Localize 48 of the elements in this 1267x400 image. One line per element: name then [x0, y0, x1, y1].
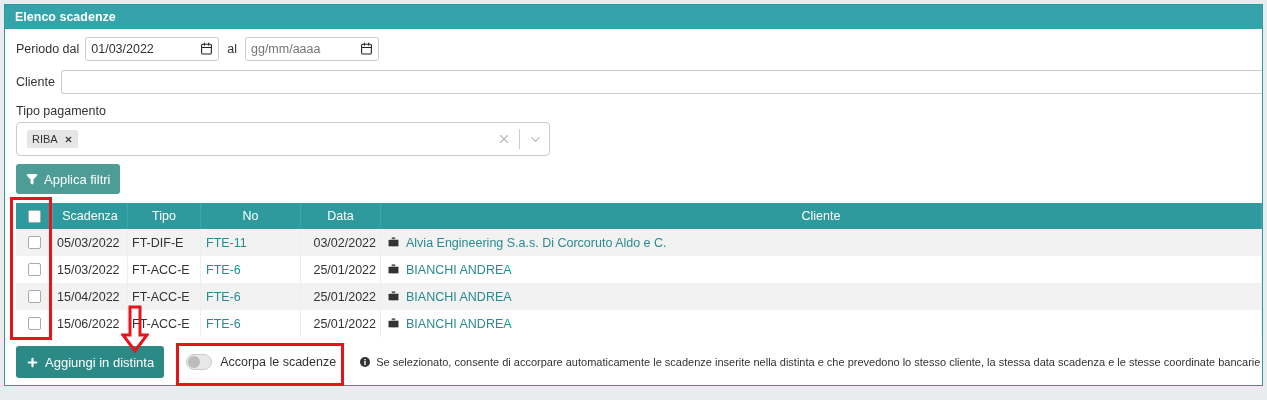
briefcase-icon	[387, 263, 400, 276]
plus-icon	[26, 355, 39, 369]
row-checkbox[interactable]	[27, 290, 41, 303]
to-label: al	[227, 42, 237, 56]
clear-icon[interactable]	[497, 132, 511, 146]
merge-toggle[interactable]	[186, 354, 213, 370]
column-header: No	[201, 203, 301, 229]
table-cell: 15/04/2022	[53, 283, 128, 310]
panel-title: Elenco scadenze	[15, 10, 116, 24]
date-to-field[interactable]: gg/mm/aaaa	[245, 37, 379, 61]
select-all-checkbox[interactable]	[27, 209, 41, 223]
calendar-icon[interactable]	[200, 42, 214, 55]
client-field[interactable]	[60, 70, 1262, 94]
table-cell: 03/02/2022	[301, 229, 381, 256]
row-checkbox[interactable]	[27, 317, 41, 330]
table-cell: 05/03/2022	[53, 229, 128, 256]
info-icon	[360, 357, 371, 367]
payment-type-label: Tipo pagamento	[16, 104, 107, 118]
client-link[interactable]: BIANCHI ANDREA	[406, 289, 512, 304]
remove-icon[interactable]	[63, 134, 73, 144]
row-checkbox[interactable]	[27, 263, 41, 276]
filter-icon	[26, 173, 38, 185]
client-link[interactable]: BIANCHI ANDREA	[406, 316, 512, 331]
invoice-link[interactable]: FTE-11	[201, 229, 301, 256]
briefcase-icon	[387, 290, 400, 303]
client-label: Cliente	[16, 75, 55, 89]
client-link[interactable]: BIANCHI ANDREA	[406, 262, 512, 277]
calendar-icon[interactable]	[360, 42, 373, 55]
column-header: Scadenza	[53, 203, 128, 229]
payment-type-select[interactable]: RIBA	[16, 122, 550, 156]
column-header: Tipo	[128, 203, 201, 229]
add-to-list-button[interactable]: Aggiungi in distinta	[16, 346, 165, 378]
table-cell: 25/01/2022	[301, 283, 381, 310]
apply-filters-button[interactable]: Applica filtri	[16, 164, 121, 194]
table-cell: FT-ACC-E	[128, 283, 201, 310]
column-header: Cliente	[381, 203, 1262, 229]
briefcase-icon	[387, 236, 400, 249]
info-text: Se selezionato, consente di accorpare automaticamente le scadenze inserite nella distinta e che prevedono lo stesso cliente, la stessa data scadenza e le stesse coordinate bancarie	[376, 356, 1261, 368]
date-from-field[interactable]: 01/03/2022	[85, 37, 220, 61]
column-header: Data	[301, 203, 381, 229]
tag-label: RIBA	[32, 133, 58, 145]
table-cell: FT-DIF-E	[128, 229, 201, 256]
toggle-label: Accorpa le scadenze	[220, 355, 337, 369]
briefcase-icon	[387, 317, 400, 330]
client-link[interactable]: Alvia Engineering S.a.s. Di Corcoruto Aldo e C.	[406, 235, 667, 250]
invoice-link[interactable]: FTE-6	[201, 283, 301, 310]
row-checkbox[interactable]	[27, 236, 41, 249]
period-label: Periodo dal	[16, 42, 80, 56]
